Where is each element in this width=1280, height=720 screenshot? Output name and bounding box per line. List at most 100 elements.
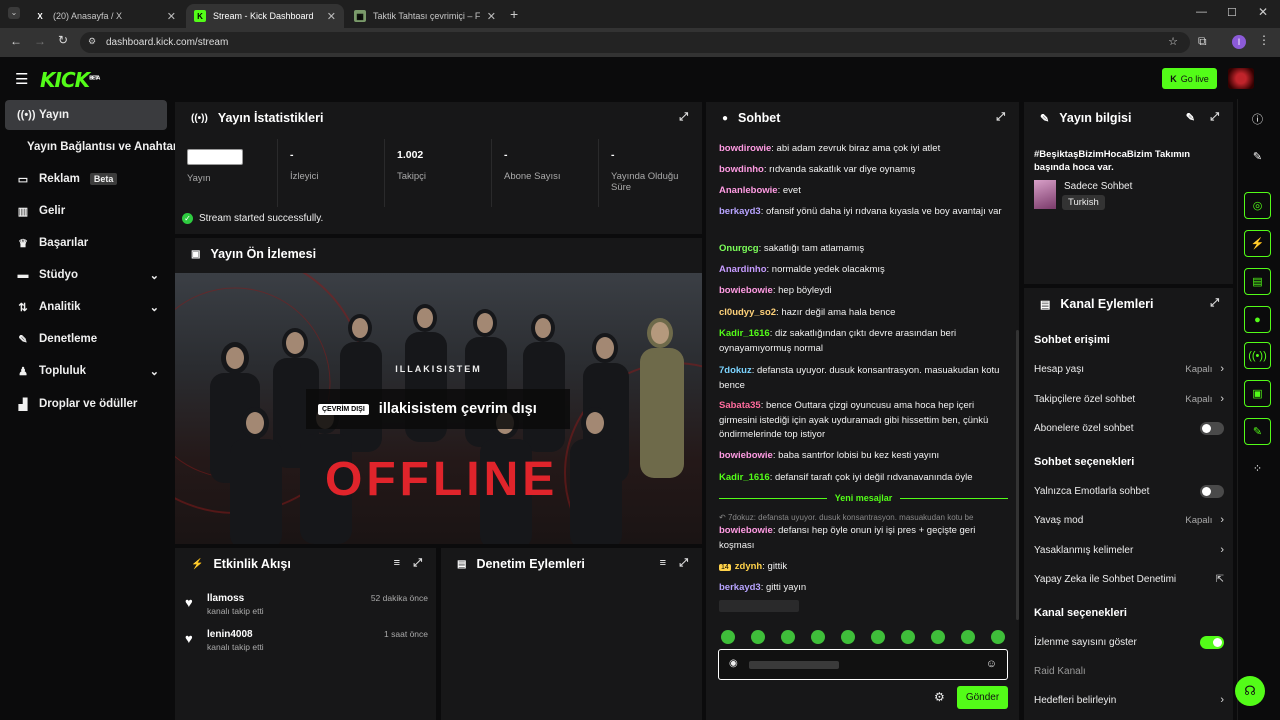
info-icon[interactable]: ⓘ (1244, 105, 1271, 132)
bookmark-star-icon[interactable]: ☆ (1168, 35, 1178, 48)
chat-username[interactable]: Ananlebowie (719, 185, 778, 196)
event-user[interactable]: llamoss (207, 593, 264, 604)
tab-taktik[interactable]: ▦ Taktik Tahtası çevrimiçi – Futbol ✕ (346, 4, 504, 28)
chat-username[interactable]: bowdirowie (719, 143, 771, 154)
maximize-icon[interactable]: ☐ (1227, 6, 1237, 19)
slow-mode-row[interactable]: Yavaş mod Kapalı › (1034, 512, 1224, 528)
focus-icon[interactable]: ◎ (1244, 192, 1271, 219)
close-icon[interactable]: ✕ (167, 10, 176, 23)
chat-username[interactable]: bowiebowie (719, 450, 773, 461)
emote-icon[interactable] (751, 630, 765, 644)
lightning-icon[interactable]: ⚡ (1244, 230, 1271, 257)
category-name[interactable]: Sadece Sohbet (1064, 181, 1132, 192)
chat-username[interactable]: berkayd3 (719, 582, 761, 593)
tab-x[interactable]: X (20) Anasayfa / X ✕ (26, 4, 184, 28)
document-icon[interactable]: ▤ (1244, 268, 1271, 295)
chat-username[interactable]: bowiebowie (719, 285, 773, 296)
support-headset-icon[interactable]: ☊ (1235, 676, 1265, 706)
show-views-toggle[interactable] (1200, 635, 1224, 649)
emote-icon[interactable] (721, 630, 735, 644)
close-icon[interactable]: ✕ (327, 10, 336, 23)
send-button[interactable]: Gönder (957, 686, 1008, 709)
sidebar-item-topluluk[interactable]: ♟ Topluluk ⌄ (5, 356, 167, 386)
chat-username[interactable]: Sabata35 (719, 400, 761, 411)
sidebar-item-reklam[interactable]: ▭ Reklam Beta (5, 164, 167, 194)
expand-icon[interactable]: ⤢ (679, 557, 688, 570)
tab-kick-dashboard[interactable]: K Stream - Kick Dashboard ✕ (186, 4, 344, 28)
filter-icon[interactable]: ≡ (394, 557, 400, 569)
layout-icon[interactable]: ▣ (1244, 380, 1271, 407)
expand-icon[interactable]: ⤢ (413, 557, 422, 570)
broadcast-icon[interactable]: ((•)) (1244, 342, 1271, 369)
expand-icon[interactable]: ⤢ (1210, 297, 1219, 310)
chat-username[interactable]: zdynh (735, 561, 762, 572)
chat-username[interactable]: Kadir_1616 (719, 472, 770, 483)
sidebar-item-studyo[interactable]: ▬ Stüdyo ⌄ (5, 260, 167, 290)
event-user[interactable]: lenin4008 (207, 629, 264, 640)
hamburger-menu-icon[interactable]: ☰ (15, 70, 28, 88)
chat-username[interactable]: berkayd3 (719, 206, 761, 217)
sidebar-item-analitik[interactable]: ⇅ Analitik ⌄ (5, 292, 167, 322)
chat-username[interactable]: 7dokuz (719, 365, 752, 376)
forward-icon[interactable]: → (34, 34, 46, 48)
sidebar-item-denetleme[interactable]: ✎ Denetleme (5, 324, 167, 354)
chat-settings-gear-icon[interactable]: ⚙ (934, 690, 945, 704)
emote-icon[interactable] (931, 630, 945, 644)
extensions-icon[interactable]: ⧉ (1198, 34, 1207, 49)
new-tab-icon[interactable]: + (510, 6, 518, 22)
tab-search-icon[interactable]: ⌄ (8, 7, 20, 19)
chat-input[interactable]: ◉ ☺ (718, 649, 1008, 680)
minimize-icon[interactable]: — (1196, 6, 1207, 18)
edit-pencil-icon[interactable]: ✎ (1186, 111, 1195, 124)
sidebar-item-basarilar[interactable]: ♛ Başarılar (5, 228, 167, 258)
goals-row[interactable]: Hedefleri belirleyin › (1034, 692, 1224, 708)
channel-avatar[interactable] (1228, 68, 1254, 89)
followers-only-row[interactable]: Takipçilere özel sohbet Kapalı › (1034, 391, 1224, 407)
site-info-icon[interactable]: ⚙ (88, 36, 96, 47)
expand-icon[interactable]: ⤢ (1210, 111, 1219, 124)
chat-username[interactable]: Anardinho (719, 264, 767, 275)
chat-username[interactable]: bowiebowie (719, 525, 773, 536)
kick-logo[interactable]: KICKBETA (40, 68, 100, 92)
chat-username[interactable]: bowdinho (719, 164, 764, 175)
subs-only-toggle[interactable] (1200, 421, 1224, 435)
emoji-icon[interactable]: ☺ (986, 658, 997, 670)
menu-kebab-icon[interactable]: ⋮ (1258, 33, 1270, 47)
apps-icon[interactable]: ⁘ (1244, 455, 1271, 482)
chat-icon[interactable]: ● (1244, 306, 1271, 333)
wrench-icon[interactable]: ✎ (1244, 418, 1271, 445)
stream-info-header: ✎ Yayın bilgisi ✎ ⤢ (1024, 102, 1233, 134)
emote-icon[interactable] (841, 630, 855, 644)
emote-icon[interactable] (781, 630, 795, 644)
banned-words-row[interactable]: Yasaklanmış kelimeler › (1034, 542, 1224, 558)
expand-icon[interactable]: ⤢ (996, 111, 1005, 124)
emote-only-toggle[interactable] (1200, 484, 1224, 498)
edit-pencil-icon[interactable]: ✎ (1244, 143, 1271, 170)
go-live-button[interactable]: K Go live (1162, 68, 1217, 89)
raid-row[interactable]: Raid Kanalı (1034, 663, 1224, 679)
sidebar-item-yayin[interactable]: ((•)) Yayın (5, 100, 167, 130)
sidebar-item-gelir[interactable]: ▥ Gelir (5, 196, 167, 226)
chat-scrollbar[interactable] (1016, 330, 1019, 620)
profile-avatar[interactable]: I (1232, 35, 1246, 49)
sidebar-item-droplar[interactable]: ▟ Droplar ve ödüller (5, 389, 167, 419)
emote-icon[interactable] (991, 630, 1005, 644)
url-input[interactable]: ⚙ dashboard.kick.com/stream ☆ (80, 32, 1190, 53)
chat-username[interactable]: cl0udyy_so2 (719, 307, 776, 318)
back-icon[interactable]: ← (10, 34, 22, 48)
emote-icon[interactable] (811, 630, 825, 644)
filter-icon[interactable]: ≡ (660, 557, 666, 569)
emote-icon[interactable] (961, 630, 975, 644)
account-age-row[interactable]: Hesap yaşı Kapalı › (1034, 361, 1224, 377)
reload-icon[interactable]: ↻ (58, 33, 68, 47)
chat-username[interactable]: Kadir_1616 (719, 328, 770, 339)
expand-icon[interactable]: ⤢ (679, 111, 688, 124)
chat-username[interactable]: Onurgcg (719, 243, 759, 254)
window-close-icon[interactable]: ✕ (1258, 5, 1268, 19)
close-icon[interactable]: ✕ (487, 10, 496, 23)
emote-icon[interactable] (871, 630, 885, 644)
address-bar: ← → ↻ ⚙ dashboard.kick.com/stream ☆ ⧉ I … (0, 28, 1280, 57)
emote-icon[interactable] (901, 630, 915, 644)
ai-moderation-row[interactable]: Yapay Zeka ile Sohbet Denetimi ⇱ (1034, 571, 1224, 587)
sidebar-item-stream-key[interactable]: Yayın Bağlantısı ve Anahtarı (5, 132, 181, 162)
